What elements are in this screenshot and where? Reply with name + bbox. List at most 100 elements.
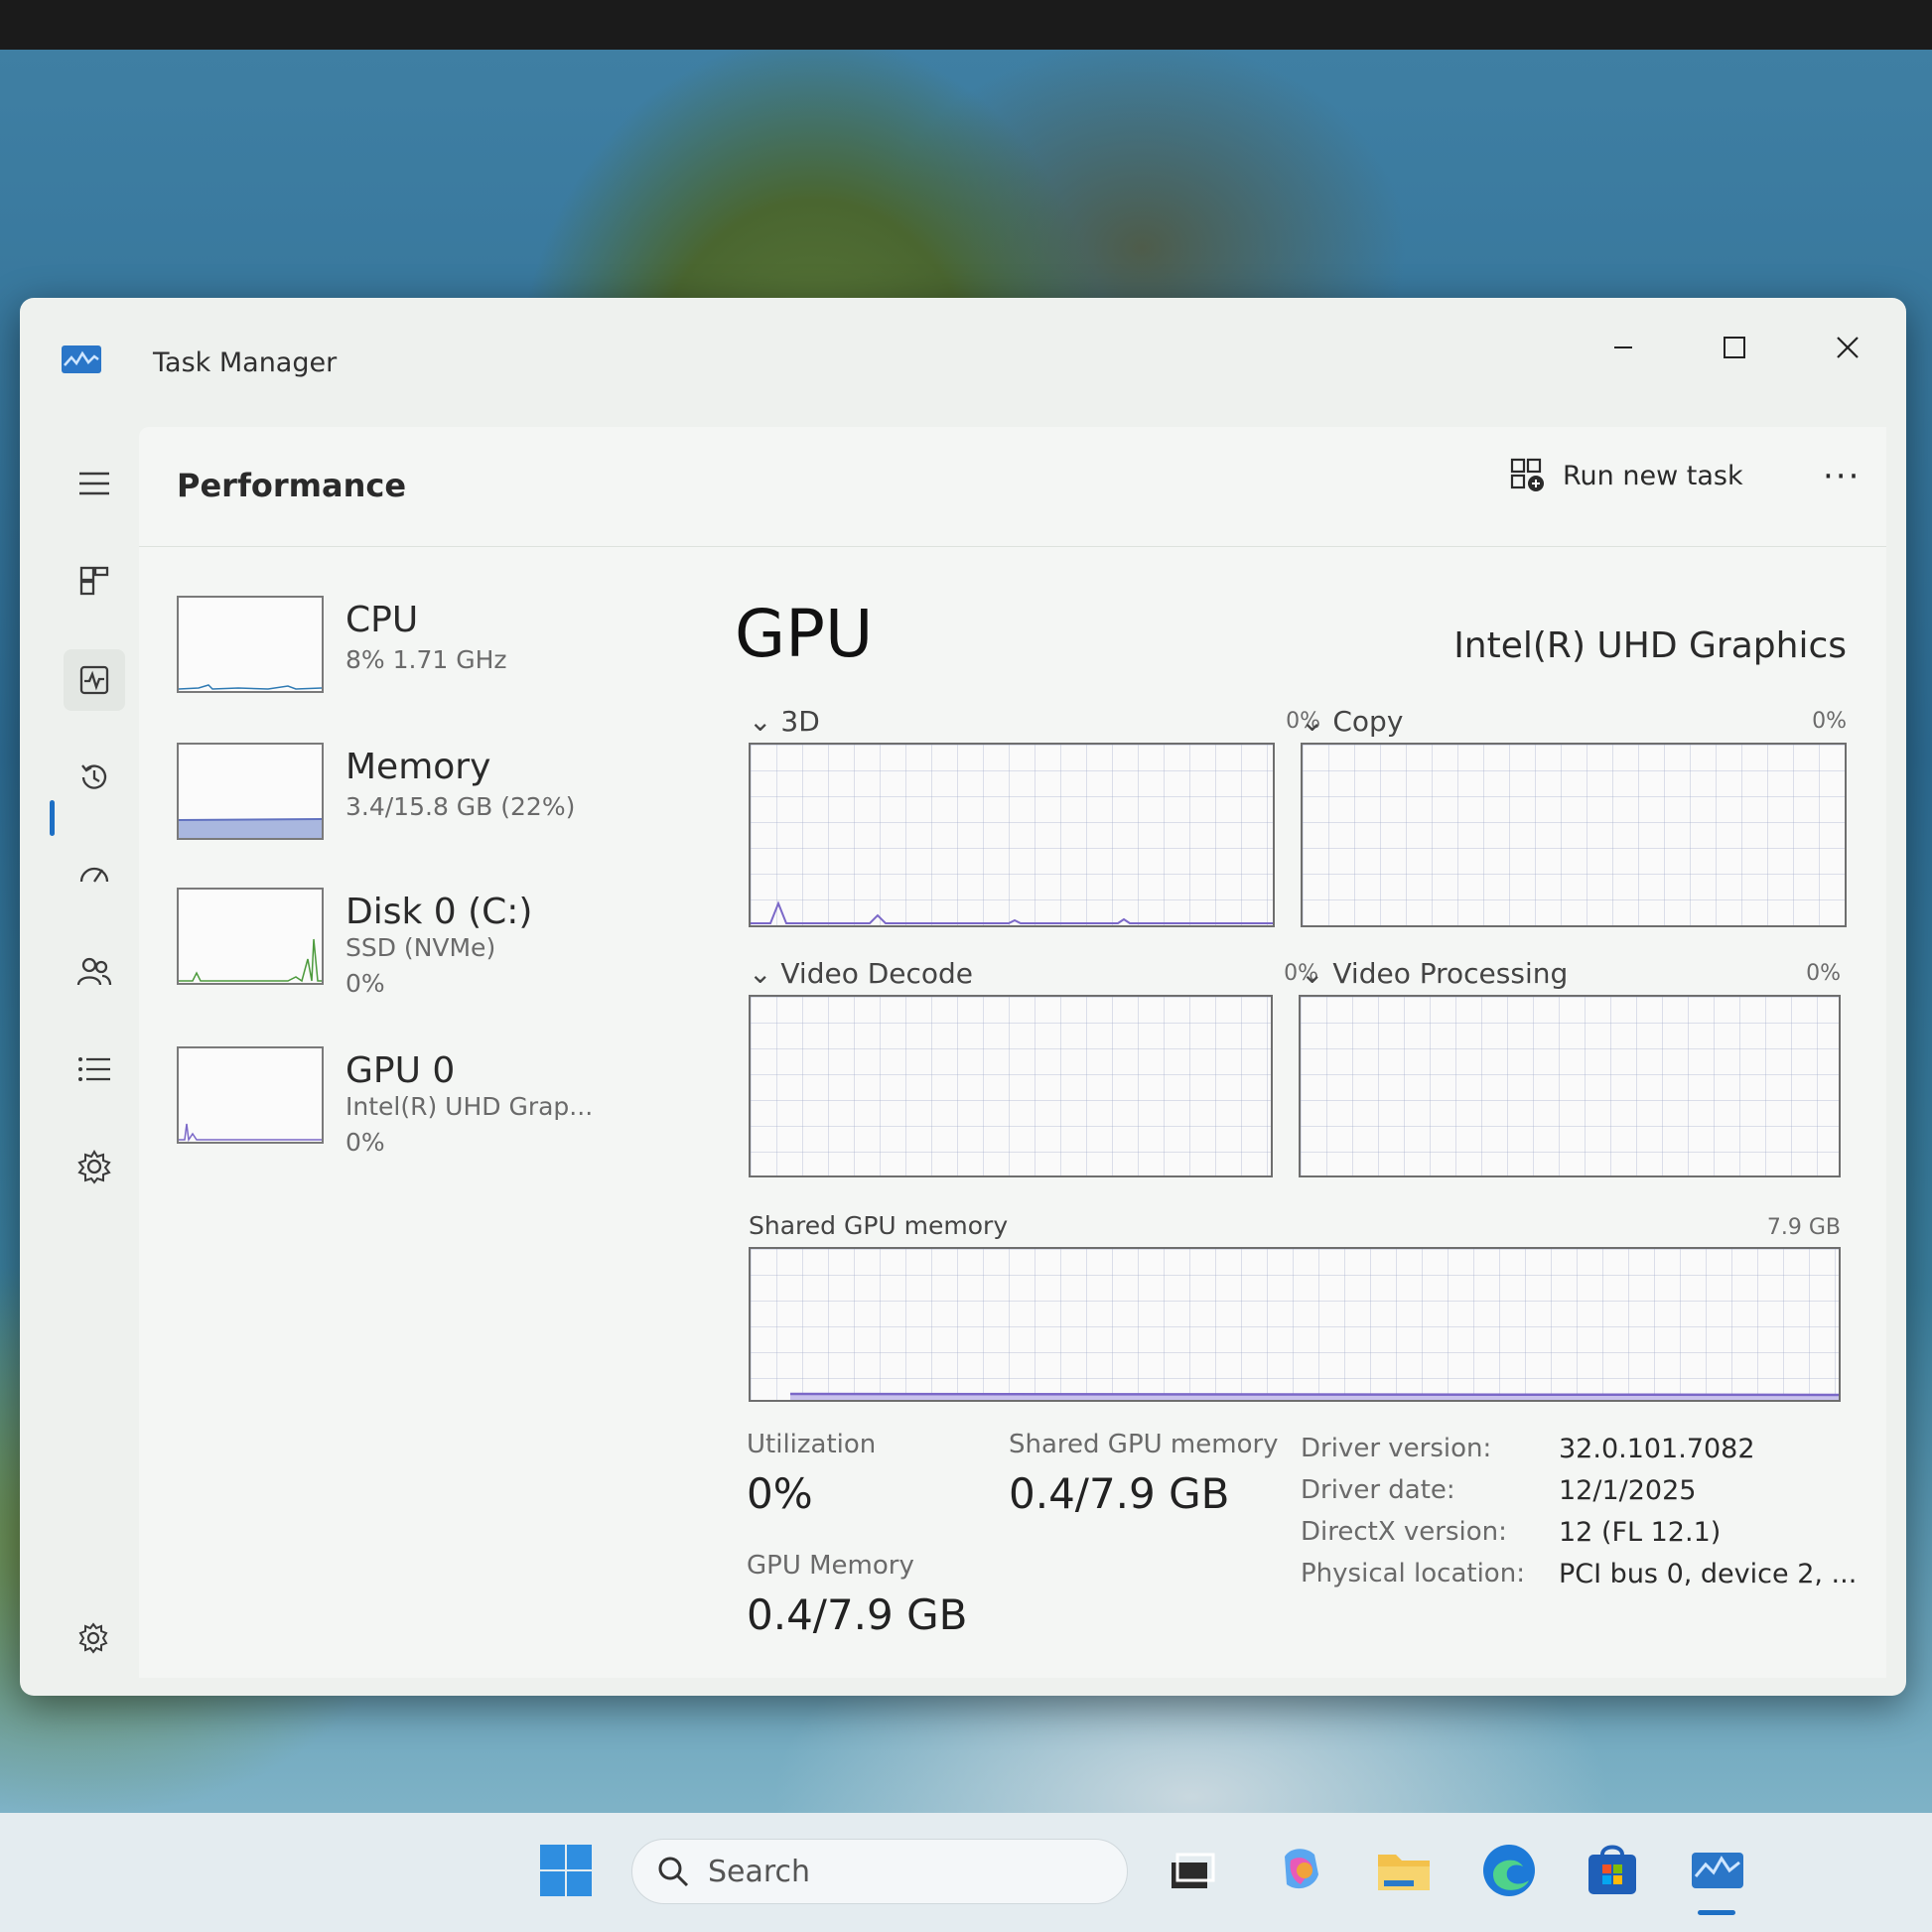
minimize-icon [1614, 346, 1632, 348]
engine-video-decode-graph [749, 995, 1273, 1177]
driver-version-value: 32.0.101.7082 [1559, 1434, 1755, 1464]
performance-icon [79, 665, 109, 695]
engine-percent: 0% [1806, 961, 1841, 986]
engine-3d-dropdown[interactable]: ⌄ 3D [749, 705, 820, 738]
page-title: Performance [177, 467, 407, 504]
engine-copy-dropdown[interactable]: ⌄ Copy [1301, 705, 1403, 738]
run-new-task-button[interactable]: Run new task [1509, 457, 1743, 494]
edge-browser-button[interactable] [1479, 1841, 1539, 1900]
startup-speedometer-icon [79, 867, 109, 883]
engine-video-decode-dropdown[interactable]: ⌄ Video Decode [749, 957, 973, 990]
physical-location-value: PCI bus 0, device 2, ... [1559, 1559, 1858, 1589]
utilization-value: 0% [747, 1469, 813, 1518]
engine-video-processing-graph [1299, 995, 1841, 1177]
resource-name: Memory [345, 747, 491, 787]
run-new-task-icon [1510, 458, 1544, 491]
gpu-thumbnail-graph [177, 1046, 324, 1144]
nav-processes[interactable] [64, 550, 125, 612]
gpu-memory-value: 0.4/7.9 GB [747, 1590, 968, 1639]
chevron-down-icon: ⌄ [1301, 705, 1324, 738]
copilot-button[interactable] [1271, 1841, 1330, 1900]
memory-thumbnail-graph [177, 743, 324, 840]
users-icon [76, 957, 112, 986]
driver-version-label: Driver version: [1301, 1434, 1492, 1463]
processes-icon [79, 566, 109, 596]
shared-memory-area [789, 1392, 1840, 1400]
task-manager-icon [62, 345, 101, 373]
navigation-rail [50, 427, 139, 1678]
header-divider [139, 546, 1886, 547]
resource-item-cpu[interactable]: CPU 8% 1.71 GHz [177, 596, 633, 705]
engine-label: Copy [1332, 705, 1404, 738]
engine-video-processing-dropdown[interactable]: ⌄ Video Processing [1301, 957, 1568, 990]
cpu-thumb-line [178, 684, 323, 690]
nav-users[interactable] [64, 941, 125, 1003]
search-icon [658, 1857, 689, 1887]
engine-3d-line [751, 900, 1273, 924]
memory-thumb-fill [178, 818, 323, 838]
chevron-down-icon: ⌄ [749, 957, 772, 990]
settings-gear-icon [78, 1622, 108, 1654]
task-manager-taskbar-button[interactable] [1688, 1841, 1747, 1900]
active-nav-indicator [50, 800, 55, 836]
history-icon [81, 764, 107, 789]
resource-detail: 8% 1.71 GHz [345, 645, 507, 674]
windows-logo-icon [540, 1845, 592, 1896]
performance-content: Performance Run new task ··· CPU 8% 1.71… [139, 427, 1886, 1678]
directx-version-value: 12 (FL 12.1) [1559, 1517, 1722, 1548]
edge-icon [1483, 1845, 1535, 1896]
taskbar: Search [0, 1813, 1932, 1932]
cpu-thumbnail-graph [177, 596, 324, 693]
resource-detail: Intel(R) UHD Grap... [345, 1092, 594, 1121]
resource-name: GPU 0 [345, 1050, 456, 1091]
window-title: Task Manager [153, 347, 338, 378]
nav-details[interactable] [64, 1038, 125, 1100]
gpu-thumb-line [179, 1123, 322, 1143]
services-gear-icon [77, 1150, 111, 1184]
engine-label: Video Processing [1332, 957, 1569, 990]
search-placeholder: Search [708, 1854, 811, 1889]
nav-performance[interactable] [64, 649, 125, 711]
run-new-task-label: Run new task [1563, 460, 1743, 491]
task-view-button[interactable] [1162, 1841, 1221, 1900]
gpu-model-name: Intel(R) UHD Graphics [1453, 625, 1847, 666]
more-options-button[interactable]: ··· [1823, 457, 1861, 496]
nav-services[interactable] [64, 1136, 125, 1197]
nav-startup-apps[interactable] [64, 844, 125, 905]
title-bar[interactable]: Task Manager [20, 298, 1906, 417]
resource-item-gpu[interactable]: GPU 0 Intel(R) UHD Grap... 0% [177, 1046, 633, 1157]
resource-usage: 0% [345, 969, 385, 998]
hamburger-menu-button[interactable] [64, 453, 125, 514]
minimize-button[interactable] [1588, 318, 1658, 377]
resource-name: Disk 0 (C:) [345, 892, 533, 932]
taskbar-search-box[interactable]: Search [631, 1839, 1128, 1904]
shared-memory-stat-label: Shared GPU memory [1009, 1430, 1279, 1459]
shared-memory-graph [749, 1247, 1841, 1402]
resource-usage: 0% [345, 1128, 385, 1157]
file-explorer-button[interactable] [1374, 1841, 1434, 1900]
directx-version-label: DirectX version: [1301, 1517, 1507, 1547]
start-button[interactable] [536, 1841, 596, 1900]
resource-name: CPU [345, 600, 419, 640]
resource-item-disk[interactable]: Disk 0 (C:) SSD (NVMe) 0% [177, 888, 633, 998]
close-button[interactable] [1813, 318, 1882, 377]
shared-memory-stat-value: 0.4/7.9 GB [1009, 1469, 1230, 1518]
store-icon [1588, 1845, 1636, 1894]
nav-app-history[interactable] [64, 747, 125, 808]
folder-icon [1378, 1855, 1430, 1890]
chevron-down-icon: ⌄ [749, 705, 772, 738]
maximize-button[interactable] [1700, 318, 1769, 377]
copilot-icon [1285, 1849, 1318, 1889]
task-manager-window: Task Manager Performance Run new task ··… [20, 298, 1906, 1696]
gpu-memory-label: GPU Memory [747, 1551, 914, 1581]
engine-label: 3D [780, 705, 820, 738]
settings-button[interactable] [64, 1608, 123, 1668]
close-icon [1837, 337, 1859, 358]
task-manager-icon [1692, 1853, 1743, 1888]
engine-label: Video Decode [780, 957, 974, 990]
utilization-label: Utilization [747, 1430, 877, 1459]
hamburger-icon [79, 472, 109, 495]
resource-item-memory[interactable]: Memory 3.4/15.8 GB (22%) [177, 743, 633, 852]
disk-thumbnail-graph [177, 888, 324, 985]
microsoft-store-button[interactable] [1583, 1841, 1642, 1900]
